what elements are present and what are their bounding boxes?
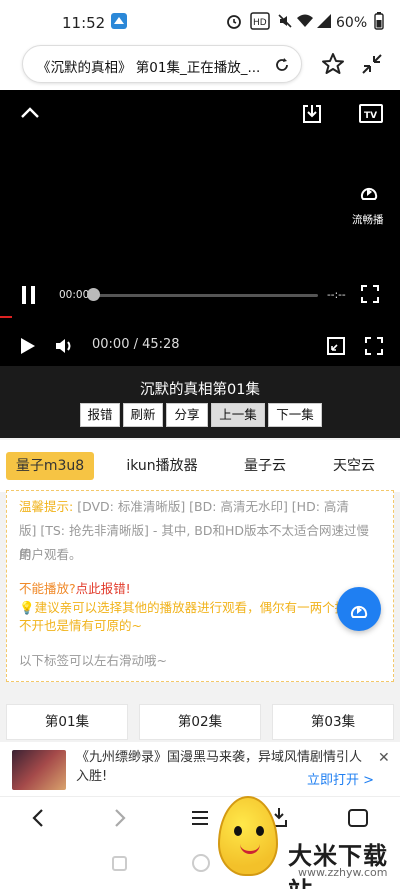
battery-icon bbox=[374, 12, 384, 30]
back-icon[interactable] bbox=[28, 807, 48, 829]
expand-icon[interactable] bbox=[364, 336, 384, 356]
fullscreen-icon[interactable] bbox=[360, 284, 380, 304]
report-button[interactable]: 报错 bbox=[80, 403, 120, 427]
prev-episode-button[interactable]: 上一集 bbox=[211, 403, 265, 427]
bookmark-star-icon[interactable] bbox=[320, 51, 346, 77]
volte-icon: HD bbox=[250, 12, 270, 30]
svg-text:TV: TV bbox=[364, 111, 377, 121]
exit-fullscreen-icon[interactable] bbox=[360, 52, 384, 76]
address-bar-title: 《沉默的真相》 第01集_正在播放_... bbox=[37, 60, 261, 76]
wifi-icon bbox=[297, 14, 313, 27]
svg-text:HD: HD bbox=[253, 18, 267, 28]
cannot-play-line: 不能播放?点此报错! bbox=[19, 577, 379, 601]
smooth-play-icon[interactable] bbox=[356, 178, 382, 204]
smooth-play-label[interactable]: 流畅播 bbox=[352, 212, 384, 227]
battery-percentage: 60% bbox=[336, 15, 368, 31]
ad-thumbnail bbox=[12, 750, 66, 790]
menu-icon[interactable] bbox=[190, 808, 210, 828]
refresh-button[interactable]: 刷新 bbox=[123, 403, 163, 427]
close-icon[interactable]: ✕ bbox=[378, 750, 390, 766]
volume-icon[interactable] bbox=[53, 335, 75, 357]
chevron-up-icon[interactable] bbox=[20, 105, 40, 121]
tv-cast-icon[interactable]: TV bbox=[358, 102, 384, 126]
notice-panel: 温馨提示: [DVD: 标准清晰版] [BD: 高清无水印] [HD: 高清 版… bbox=[6, 490, 394, 682]
time-display: 00:00 / 45:28 bbox=[92, 337, 180, 352]
status-time: 11:52 bbox=[62, 14, 106, 32]
episode-list: 第01集 第02集 第03集 bbox=[0, 692, 400, 742]
recents-icon[interactable] bbox=[112, 856, 127, 871]
picture-in-picture-icon[interactable] bbox=[326, 336, 346, 356]
episode-item-3[interactable]: 第03集 bbox=[272, 704, 394, 740]
refresh-icon[interactable] bbox=[273, 56, 291, 74]
video-player[interactable]: TV 流畅播 00:00 --:-- 00:00 / 45:28 bbox=[0, 90, 400, 366]
mute-icon bbox=[278, 14, 292, 28]
address-bar[interactable]: 《沉默的真相》 第01集_正在播放_... bbox=[22, 45, 302, 83]
ad-open-link[interactable]: 立即打开 > bbox=[307, 769, 374, 788]
pause-icon[interactable] bbox=[18, 284, 40, 306]
report-link[interactable]: 点此报错! bbox=[76, 581, 131, 596]
episode-item-1[interactable]: 第01集 bbox=[6, 704, 128, 740]
lightbulb-icon: 💡 bbox=[19, 600, 35, 615]
episode-item-2[interactable]: 第02集 bbox=[139, 704, 261, 740]
next-episode-button[interactable]: 下一集 bbox=[268, 403, 322, 427]
current-time-small: 00:00 bbox=[59, 289, 90, 301]
source-tabs: 量子m3u8 ikun播放器 量子云 天空云 bbox=[0, 440, 400, 492]
tab-source-1[interactable]: 量子m3u8 bbox=[6, 452, 94, 480]
status-bar: 11:52 HD 60% bbox=[0, 0, 400, 40]
cannot-play-text: 不能播放? bbox=[19, 581, 76, 596]
download-icon[interactable] bbox=[300, 102, 324, 126]
play-icon[interactable] bbox=[17, 336, 37, 356]
share-button[interactable]: 分享 bbox=[166, 403, 208, 427]
notice-line-3: 用户观看。 bbox=[19, 547, 82, 562]
browser-toolbar: 《沉默的真相》 第01集_正在播放_... bbox=[0, 40, 400, 90]
episode-title-band: 沉默的真相第01集 bbox=[0, 366, 400, 438]
notice-text-1: [DVD: 标准清晰版] [BD: 高清无水印] [HD: 高清 bbox=[77, 499, 349, 514]
alarm-icon bbox=[227, 15, 241, 29]
episode-title: 沉默的真相第01集 bbox=[140, 382, 260, 398]
progress-handle[interactable] bbox=[87, 288, 100, 301]
notice-line-1: 温馨提示: [DVD: 标准清晰版] [BD: 高清无水印] [HD: 高清 bbox=[19, 495, 379, 519]
swipe-hint: 以下标签可以左右滑动哦~ bbox=[19, 653, 167, 668]
tip-line-2: 不开也是情有可原的~ bbox=[19, 618, 142, 633]
watermark-url: www.zzhyw.com bbox=[298, 866, 388, 879]
tip-text-1: 建议亲可以选择其他的播放器进行观看，偶尔有一两个播 bbox=[34, 600, 348, 615]
floating-play-button[interactable] bbox=[337, 587, 381, 631]
site-watermark: 大米下载站 www.zzhyw.com bbox=[208, 796, 400, 889]
forward-icon[interactable] bbox=[110, 807, 130, 829]
duration-small: --:-- bbox=[327, 289, 346, 301]
cloud-play-icon bbox=[350, 605, 368, 618]
app-notification-icon bbox=[111, 13, 127, 29]
mascot-egg-icon bbox=[218, 796, 278, 876]
ad-banner[interactable]: 《九州缥缈录》国漫黑马来袭，异域风情剧情引人入胜! 立即打开 > ✕ bbox=[0, 742, 400, 796]
tab-source-3[interactable]: 量子云 bbox=[230, 452, 300, 480]
watermark-brand: 大米下载站 bbox=[288, 842, 388, 889]
tip-line-1: 💡建议亲可以选择其他的播放器进行观看，偶尔有一两个播 bbox=[19, 599, 379, 617]
tab-source-2[interactable]: ikun播放器 bbox=[116, 452, 208, 480]
tab-source-4[interactable]: 天空云 bbox=[318, 452, 390, 480]
buffer-marker bbox=[0, 316, 12, 318]
progress-bar[interactable] bbox=[92, 294, 318, 297]
signal-icon bbox=[317, 14, 331, 28]
notice-label: 温馨提示: bbox=[19, 499, 78, 514]
